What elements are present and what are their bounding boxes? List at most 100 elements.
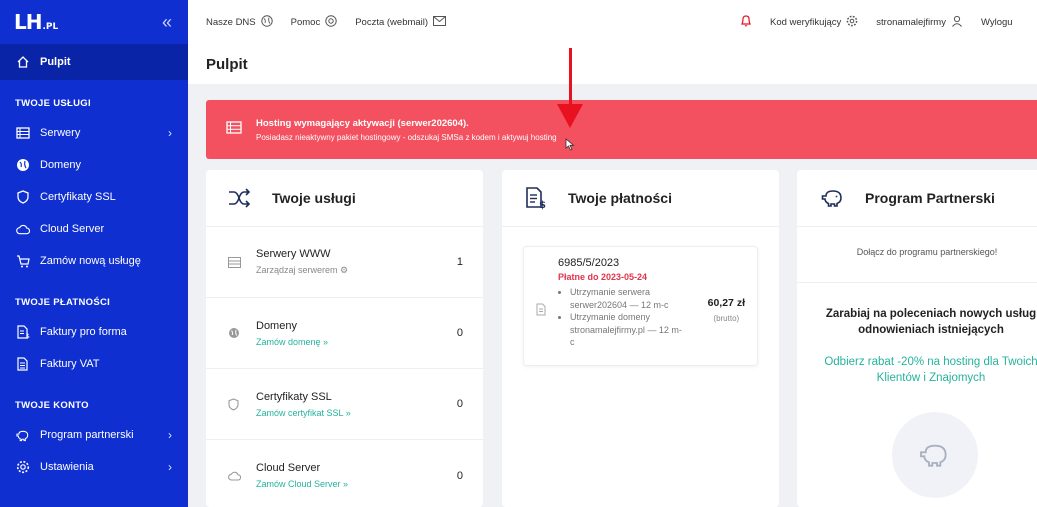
verification-code-link[interactable]: Kod weryfikujący	[770, 15, 858, 30]
server-icon	[228, 256, 242, 268]
gear-icon	[846, 15, 858, 30]
services-card-title: Twoje usługi	[272, 190, 356, 206]
order-cloud-link[interactable]: Zamów Cloud Server »	[256, 479, 457, 489]
user-icon	[951, 15, 963, 30]
piggy-bank-illustration	[892, 412, 978, 498]
document-icon	[16, 357, 30, 371]
order-cloud-label: Zamów Cloud Server	[256, 479, 341, 489]
section-title-account: TWOJE KONTO	[15, 400, 89, 411]
collapse-sidebar-icon[interactable]: «	[162, 12, 172, 33]
shield-icon	[16, 190, 30, 204]
logout-label: Wylogu	[980, 16, 1013, 28]
services-card-header: Twoje usługi	[206, 170, 483, 227]
gear-icon	[16, 460, 30, 474]
sidebar-item-settings[interactable]: Ustawienia ›	[0, 451, 188, 483]
sidebar-item-proforma[interactable]: $ Faktury pro forma	[0, 316, 188, 348]
webmail-link[interactable]: Poczta (webmail)	[355, 15, 447, 30]
invoice-amount-value: 60,27 zł	[707, 297, 745, 309]
help-label: Pomoc	[290, 16, 321, 28]
invoice-amount-brutto: (brutto)	[713, 314, 740, 323]
lifebuoy-icon	[325, 14, 337, 30]
sidebar-item-partner[interactable]: Program partnerski ›	[0, 419, 188, 451]
sidebar-item-label: Pulpit	[40, 56, 71, 68]
sidebar-item-label: Faktury VAT	[40, 358, 100, 370]
logo[interactable]: LH.PL	[14, 10, 58, 34]
server-icon	[226, 120, 242, 139]
verification-code-label: Kod weryfikujący	[770, 16, 842, 28]
server-icon	[16, 126, 30, 140]
envelope-icon	[433, 15, 447, 29]
shuffle-icon	[228, 188, 252, 208]
invoice-items: Utrzymanie serwera serwer202604 — 12 m-c…	[558, 286, 683, 349]
service-name: Certyfikaty SSL	[256, 390, 332, 403]
dns-label: Nasze DNS	[206, 16, 256, 28]
invoice-dollar-icon: $	[524, 186, 548, 210]
service-count: 1	[456, 256, 463, 268]
sidebar: LH.PL « Pulpit TWOJE USŁUGI Serwery › Do…	[0, 0, 188, 507]
order-domain-link[interactable]: Zamów domenę »	[256, 337, 457, 347]
sidebar-item-label: Serwery	[40, 127, 81, 139]
invoice-amount: 60,27 zł (brutto)	[708, 297, 745, 323]
sidebar-item-label: Faktury pro forma	[40, 326, 127, 338]
payments-card-title: Twoje płatności	[568, 190, 672, 206]
service-name: Domeny	[256, 319, 297, 332]
sidebar-item-label: Ustawienia	[40, 461, 94, 473]
mouse-cursor-icon	[565, 138, 575, 156]
dns-link[interactable]: Nasze DNS	[206, 14, 273, 30]
service-row-www[interactable]: Serwery WWW Zarządzaj serwerem ⚙ 1	[206, 227, 483, 298]
sidebar-item-label: Program partnerski	[40, 429, 134, 441]
order-ssl-label: Zamów certyfikat SSL	[256, 407, 344, 418]
partner-earn-line: Zarabiaj na poleceniach nowych usług	[825, 308, 1037, 320]
sidebar-item-ssl[interactable]: Certyfikaty SSL	[0, 181, 188, 213]
logo-row: LH.PL «	[0, 0, 188, 44]
globe-icon	[260, 14, 273, 30]
invoice-due-date: Płatne do 2023-05-24	[558, 272, 648, 282]
sidebar-item-label: Domeny	[40, 159, 81, 171]
help-link[interactable]: Pomoc	[290, 14, 338, 30]
user-menu[interactable]: stronamalejfirmy	[876, 15, 963, 30]
gear-icon: ⚙	[340, 265, 349, 275]
payments-card: $ Twoje płatności 6985/5/2023 Płatne do …	[502, 170, 779, 507]
invoice-number: 6985/5/2023	[558, 257, 620, 269]
service-count: 0	[456, 469, 463, 482]
topbar: Nasze DNS Pomoc Poczta (webmail) Kod wer…	[188, 0, 1037, 44]
sidebar-item-cloud-server[interactable]: Cloud Server	[0, 213, 188, 245]
manage-server-link[interactable]: Zarządzaj serwerem ⚙	[256, 265, 457, 276]
partner-discount-text[interactable]: Odbierz rabat -20% na hosting dla Twoich…	[797, 354, 1037, 386]
double-chevron-icon: »	[323, 336, 329, 347]
shield-icon	[228, 397, 242, 411]
invoice-item: Utrzymanie serwera serwer202604 — 12 m-c	[570, 286, 683, 311]
globe-icon	[16, 158, 30, 172]
sidebar-item-order-service[interactable]: Zamów nową usługę	[0, 245, 188, 277]
order-ssl-link[interactable]: Zamów certyfikat SSL »	[256, 408, 457, 418]
service-count: 0	[456, 327, 463, 339]
sidebar-item-label: Zamów nową usługę	[40, 255, 141, 267]
page-title: Pulpit	[188, 44, 1037, 84]
chevron-right-icon: ›	[168, 126, 172, 140]
logout-link[interactable]: Wylogu	[981, 17, 1013, 28]
payments-card-header: $ Twoje płatności	[502, 170, 779, 227]
sidebar-item-domeny[interactable]: Domeny	[0, 149, 188, 181]
sidebar-item-label: Certyfikaty SSL	[40, 191, 116, 203]
sidebar-item-serwery[interactable]: Serwery ›	[0, 117, 188, 149]
service-row-domains[interactable]: Domeny Zamów domenę » 0	[206, 298, 483, 369]
annotation-arrow-head	[557, 104, 583, 128]
logo-suffix: .PL	[42, 22, 59, 32]
manage-server-label: Zarządzaj serwerem	[256, 265, 338, 275]
partner-earn-line: odnowieniach istniejących	[858, 324, 1004, 336]
sidebar-item-vat[interactable]: Faktury VAT	[0, 348, 188, 380]
service-name: Cloud Server	[256, 462, 321, 474]
service-name: Serwery WWW	[256, 248, 331, 260]
double-chevron-icon: »	[343, 479, 349, 489]
sidebar-item-pulpit[interactable]: Pulpit	[0, 44, 188, 80]
activation-alert[interactable]: Hosting wymagający aktywacji (serwer2026…	[206, 100, 1037, 159]
invoice-icon	[536, 303, 548, 321]
service-row-ssl[interactable]: Certyfikaty SSL Zamów certyfikat SSL » 0	[206, 369, 483, 440]
service-row-cloud[interactable]: Cloud Server Zamów Cloud Server » 0	[206, 440, 483, 507]
bell-icon[interactable]	[740, 14, 752, 30]
partner-discount-line: Odbierz rabat -20% na hosting dla Twoich	[824, 356, 1037, 368]
double-chevron-icon: »	[345, 407, 351, 418]
partner-earn-text: Zarabiaj na poleceniach nowych usług odn…	[797, 306, 1037, 338]
chevron-right-icon: ›	[168, 428, 172, 442]
invoice-card[interactable]: 6985/5/2023 Płatne do 2023-05-24 Utrzyma…	[523, 246, 758, 366]
